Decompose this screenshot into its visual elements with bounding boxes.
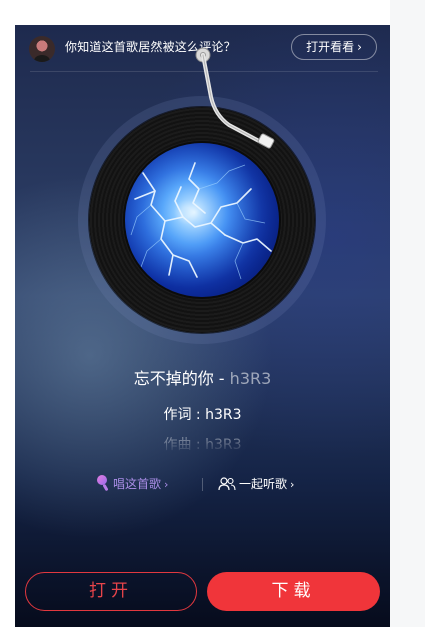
listen-together-link[interactable]: 一起听歌 › xyxy=(218,475,294,492)
album-cover xyxy=(125,143,279,297)
page-background-strip xyxy=(390,0,425,627)
open-look-label: 打开看看 xyxy=(306,40,355,54)
avatar xyxy=(29,36,55,62)
chevron-right-icon: › xyxy=(290,478,295,491)
song-artist: h3R3 xyxy=(229,369,272,388)
sing-this-song-link[interactable]: 唱这首歌 › xyxy=(96,475,168,492)
song-title-row: 忘不掉的你 - h3R3 xyxy=(15,365,390,389)
chevron-right-icon: › xyxy=(357,40,362,54)
action-links: 唱这首歌 › 一起听歌 › xyxy=(15,473,390,495)
listen-together-label: 一起听歌 xyxy=(239,477,288,491)
lyric-line: 作曲 : h3R3 xyxy=(163,437,242,452)
microphone-icon xyxy=(96,475,110,491)
banner-divider xyxy=(30,71,378,72)
download-button[interactable]: 下载 xyxy=(207,572,380,611)
song-title: 忘不掉的你 xyxy=(133,369,214,388)
people-icon xyxy=(218,477,236,491)
action-divider xyxy=(202,478,203,491)
title-separator: - xyxy=(213,369,230,388)
lyric-line: 作词 : h3R3 xyxy=(163,407,242,423)
share-page: 你知道这首歌居然被这么评论？ 打开看看 › 忘不掉的你 - h3R3 作词: … xyxy=(15,25,390,627)
chevron-right-icon: › xyxy=(164,478,169,491)
comment-promo-banner[interactable]: 你知道这首歌居然被这么评论？ 打开看看 › xyxy=(15,25,390,72)
sing-label: 唱这首歌 xyxy=(113,477,162,491)
open-app-button[interactable]: 打开 xyxy=(25,572,197,611)
banner-text: 你知道这首歌居然被这么评论？ xyxy=(65,40,236,54)
open-look-button[interactable]: 打开看看 › xyxy=(291,34,377,60)
lightning-cover-image xyxy=(125,143,279,297)
